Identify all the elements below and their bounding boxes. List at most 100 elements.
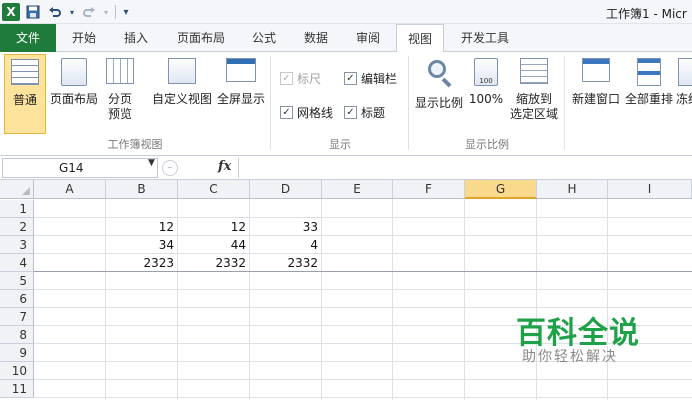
column-header[interactable]: E (322, 180, 393, 199)
gridlines-label: 网格线 (297, 106, 334, 120)
redo-dropdown-icon[interactable]: ▾ (102, 3, 110, 21)
tab-insert[interactable]: 插入 (112, 24, 160, 52)
redo-icon[interactable] (80, 3, 98, 21)
gridline (464, 199, 465, 400)
cell-c2[interactable]: 12 (178, 218, 249, 236)
zoom-selection-label-1: 缩放到 (515, 92, 552, 106)
formula-bar-checkbox[interactable]: ✓ 编辑栏 (344, 70, 397, 87)
freeze-panes-button[interactable]: 冻结 (676, 54, 692, 134)
magnifier-icon (424, 58, 454, 88)
gridline (34, 289, 692, 290)
normal-view-button[interactable]: 普通 (4, 54, 46, 134)
formula-bar: G14 ▼ – fx (0, 156, 692, 180)
freeze-label: 冻结 (676, 92, 692, 106)
tab-home[interactable]: 开始 (60, 24, 108, 52)
row-header[interactable]: 1 (0, 200, 34, 218)
zoom-selection-label-2: 选定区域 (509, 107, 558, 121)
custom-views-label: 自定义视图 (151, 92, 212, 106)
gridline (321, 199, 322, 400)
excel-logo-icon[interactable]: X (2, 3, 20, 21)
column-header[interactable]: I (608, 180, 692, 199)
column-header[interactable]: B (106, 180, 178, 199)
new-window-icon (582, 58, 610, 82)
watermark-subtitle: 助你轻松解决 (522, 349, 618, 365)
gridline (392, 199, 393, 400)
row-header[interactable]: 6 (0, 290, 34, 308)
window-title: 工作簿1 - Micr (606, 7, 687, 21)
column-header[interactable]: H (537, 180, 608, 199)
tab-view[interactable]: 视图 (396, 24, 444, 53)
column-header-selected[interactable]: G (465, 180, 537, 199)
normal-view-label: 普通 (12, 93, 37, 107)
name-box-dropdown-icon[interactable]: ▼ (148, 158, 155, 168)
arrange-all-icon (637, 58, 661, 86)
cell-c3[interactable]: 44 (178, 236, 249, 254)
cell-b2[interactable]: 12 (106, 218, 177, 236)
column-header[interactable]: D (250, 180, 322, 199)
full-screen-label: 全屏显示 (216, 92, 265, 106)
gridline (34, 379, 692, 380)
formula-bar-label: 编辑栏 (361, 72, 398, 86)
row-header[interactable]: 9 (0, 344, 34, 362)
new-window-button[interactable]: 新建窗口 (570, 54, 622, 134)
row-header[interactable]: 7 (0, 308, 34, 326)
page-break-preview-button[interactable]: 分页 预览 (102, 54, 138, 134)
workbook-views-group-label: 工作簿视图 (107, 138, 163, 151)
cell-d3[interactable]: 4 (250, 236, 321, 254)
page-layout-label: 页面布局 (49, 92, 98, 106)
cell-d2[interactable]: 33 (250, 218, 321, 236)
column-header[interactable]: C (178, 180, 250, 199)
tab-page-layout[interactable]: 页面布局 (166, 24, 236, 52)
ruler-label: 标尺 (297, 72, 322, 86)
name-box[interactable]: G14 (2, 158, 158, 178)
zoom-100-button[interactable]: 100 100% (468, 54, 504, 134)
grid-icon (11, 59, 39, 85)
tab-file[interactable]: 文件 (0, 24, 56, 52)
row-header[interactable]: 4 (0, 254, 34, 272)
save-icon[interactable] (24, 3, 42, 21)
custom-views-icon (168, 58, 196, 84)
cell-b4[interactable]: 2323 (106, 254, 177, 272)
ruler-check-icon: ✓ (280, 72, 293, 85)
zoom-button[interactable]: 显示比例 (412, 54, 466, 134)
show-group-label: 显示 (329, 138, 351, 151)
watermark: 百科全说 助你轻松解决 (496, 306, 686, 376)
row-header[interactable]: 5 (0, 272, 34, 290)
cell-b3[interactable]: 34 (106, 236, 177, 254)
undo-dropdown-icon[interactable]: ▾ (68, 3, 76, 21)
insert-function-icon[interactable]: fx (218, 159, 231, 174)
ribbon-tabs: 文件 开始 插入 页面布局 公式 数据 审阅 视图 开发工具 (0, 24, 692, 53)
ribbon: 普通 页面布局 分页 预览 自定义视图 全屏显示 工作簿视图 ✓ 标尺 ✓ 编辑… (0, 52, 692, 156)
zoom-100-icon: 100 (474, 58, 498, 86)
zoom-label: 显示比例 (414, 96, 463, 110)
headings-checkbox[interactable]: ✓ 标题 (344, 104, 385, 121)
gridline (34, 397, 692, 398)
page-break-label-2: 预览 (107, 107, 132, 121)
select-all-button[interactable] (0, 180, 34, 199)
tab-formulas[interactable]: 公式 (242, 24, 286, 52)
row-header[interactable]: 2 (0, 218, 34, 236)
column-header[interactable]: A (34, 180, 106, 199)
arrange-all-label: 全部重排 (624, 92, 673, 106)
custom-views-button[interactable]: 自定义视图 (150, 54, 214, 134)
row-header[interactable]: 8 (0, 326, 34, 344)
row-header[interactable]: 10 (0, 362, 34, 380)
column-header[interactable]: F (393, 180, 465, 199)
tab-developer[interactable]: 开发工具 (450, 24, 520, 52)
tab-review[interactable]: 审阅 (346, 24, 390, 52)
ruler-checkbox[interactable]: ✓ 标尺 (280, 70, 321, 87)
zoom-to-selection-button[interactable]: 缩放到 选定区域 (506, 54, 562, 134)
tab-data[interactable]: 数据 (294, 24, 338, 52)
page-layout-view-button[interactable]: 页面布局 (48, 54, 100, 134)
gridlines-checkbox[interactable]: ✓ 网格线 (280, 104, 333, 121)
formula-bar-resize-icon[interactable]: – (162, 160, 178, 176)
customize-qat-icon[interactable]: ▾ (121, 3, 131, 21)
row-header[interactable]: 3 (0, 236, 34, 254)
cell-d4[interactable]: 2332 (250, 254, 321, 272)
full-screen-button[interactable]: 全屏显示 (216, 54, 266, 134)
arrange-all-button[interactable]: 全部重排 (624, 54, 674, 134)
row-header[interactable]: 11 (0, 380, 34, 398)
cell-c4[interactable]: 2332 (178, 254, 249, 272)
group-separator (270, 56, 271, 150)
undo-icon[interactable] (46, 3, 64, 21)
